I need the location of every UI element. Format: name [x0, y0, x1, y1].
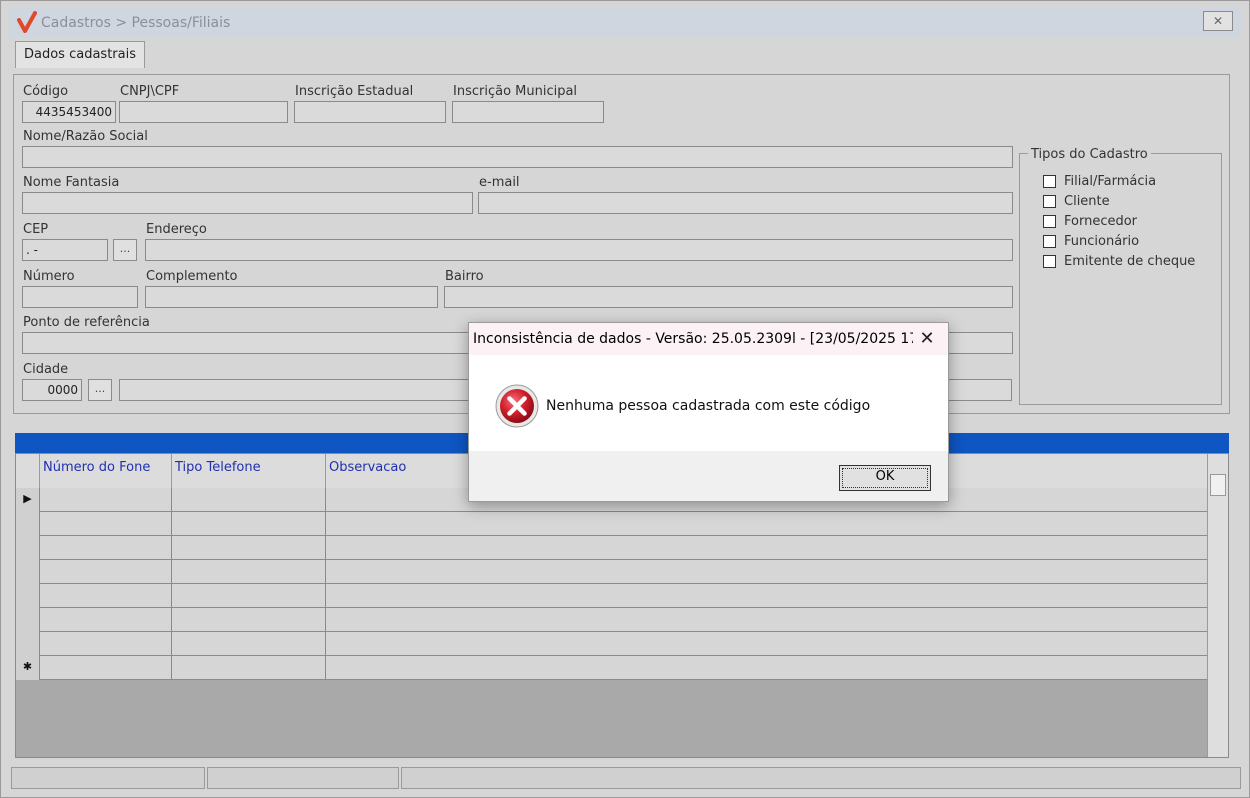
error-icon	[495, 384, 539, 428]
close-icon: ✕	[1212, 14, 1224, 28]
window-title: Cadastros > Pessoas/Filiais	[41, 15, 231, 31]
codigo-field[interactable]: 4435453400	[22, 101, 116, 123]
table-cell[interactable]	[40, 608, 172, 632]
table-row[interactable]	[16, 512, 1210, 536]
email-label: e-mail	[479, 175, 520, 190]
dialog-footer: OK	[469, 451, 948, 501]
table-cell[interactable]	[40, 632, 172, 656]
table-cell[interactable]	[172, 632, 326, 656]
checkbox-emitente[interactable]	[1043, 255, 1056, 268]
cep-browse-button[interactable]: ...	[113, 239, 137, 261]
row-indicator	[16, 608, 40, 632]
close-icon: ✕	[919, 328, 935, 349]
table-row[interactable]	[16, 632, 1210, 656]
status-bar	[11, 767, 1241, 789]
im-label: Inscrição Municipal	[453, 84, 578, 99]
row-indicator	[16, 584, 40, 608]
row-indicator	[16, 632, 40, 656]
error-dialog: Inconsistência de dados - Versão: 25.05.…	[468, 322, 949, 502]
grid-vertical-scrollbar[interactable]	[1207, 454, 1228, 757]
dialog-close-button[interactable]: ✕	[912, 327, 942, 351]
scrollbar-thumb[interactable]	[1210, 474, 1226, 496]
cidade-browse-button[interactable]: ...	[88, 379, 112, 401]
column-tipo-telefone[interactable]: Tipo Telefone	[172, 454, 326, 488]
checkbox-filial-label: Filial/Farmácia	[1064, 174, 1157, 189]
checkbox-emitente-label: Emitente de cheque	[1064, 254, 1196, 269]
im-field[interactable]	[452, 101, 604, 123]
bairro-field[interactable]	[444, 286, 1013, 308]
table-row-new[interactable]: ✱	[16, 656, 1210, 680]
table-cell[interactable]	[172, 536, 326, 560]
bairro-label: Bairro	[445, 269, 484, 284]
ie-label: Inscrição Estadual	[295, 84, 414, 99]
cnpj-field[interactable]	[119, 101, 288, 123]
endereco-label: Endereço	[146, 222, 207, 237]
cidade-code-field[interactable]: 0000	[22, 379, 82, 401]
table-cell[interactable]	[40, 584, 172, 608]
table-cell[interactable]	[172, 560, 326, 584]
dialog-message: Nenhuma pessoa cadastrada com este códig…	[546, 398, 871, 414]
ponto-label: Ponto de referência	[23, 315, 150, 330]
codigo-label: Código	[23, 84, 69, 99]
table-cell[interactable]	[40, 512, 172, 536]
checkbox-funcionario-label: Funcionário	[1064, 234, 1140, 249]
checkbox-cliente-label: Cliente	[1064, 194, 1110, 209]
complemento-field[interactable]	[145, 286, 438, 308]
nome-label: Nome/Razão Social	[23, 129, 148, 144]
fantasia-field[interactable]	[22, 192, 473, 214]
cep-field[interactable]: . -	[22, 239, 108, 261]
ie-field[interactable]	[294, 101, 446, 123]
table-cell[interactable]	[40, 560, 172, 584]
current-row-marker-icon: ▶	[16, 488, 40, 512]
fantasia-label: Nome Fantasia	[23, 175, 120, 190]
status-panel-3	[401, 767, 1241, 789]
dialog-title-bar: Inconsistência de dados - Versão: 25.05.…	[469, 323, 948, 355]
checkbox-funcionario[interactable]	[1043, 235, 1056, 248]
checkbox-cliente[interactable]	[1043, 195, 1056, 208]
cidade-label: Cidade	[23, 362, 69, 377]
tipos-groupbox	[1019, 153, 1222, 405]
numero-field[interactable]	[22, 286, 138, 308]
endereco-field[interactable]	[145, 239, 1013, 261]
table-cell[interactable]	[172, 608, 326, 632]
checkbox-filial[interactable]	[1043, 175, 1056, 188]
tipos-title: Tipos do Cadastro	[1028, 147, 1151, 162]
status-panel-2	[207, 767, 399, 789]
table-cell[interactable]	[40, 536, 172, 560]
table-cell[interactable]	[172, 488, 326, 512]
email-field[interactable]	[478, 192, 1013, 214]
table-cell[interactable]	[172, 656, 326, 680]
checkbox-fornecedor[interactable]	[1043, 215, 1056, 228]
table-cell[interactable]	[172, 512, 326, 536]
ok-button-focus-ring	[842, 468, 928, 488]
column-numero-fone[interactable]: Número do Fone	[40, 454, 172, 488]
complemento-label: Complemento	[146, 269, 238, 284]
table-row[interactable]	[16, 584, 1210, 608]
table-row[interactable]	[16, 536, 1210, 560]
row-indicator	[16, 512, 40, 536]
cep-label: CEP	[23, 222, 49, 237]
nome-field[interactable]	[22, 146, 1013, 168]
table-row[interactable]	[16, 560, 1210, 584]
row-indicator	[16, 560, 40, 584]
dialog-title: Inconsistência de dados - Versão: 25.05.…	[473, 331, 913, 347]
checkbox-fornecedor-label: Fornecedor	[1064, 214, 1138, 229]
table-cell[interactable]	[172, 584, 326, 608]
cnpj-label: CNPJ\CPF	[120, 84, 180, 99]
grid-header-indicator	[16, 454, 40, 488]
status-panel-1	[11, 767, 205, 789]
row-indicator	[16, 536, 40, 560]
title-bar: Cadastros > Pessoas/Filiais ✕	[9, 7, 1241, 37]
table-row[interactable]	[16, 608, 1210, 632]
table-cell[interactable]	[40, 656, 172, 680]
app-logo-icon	[17, 11, 37, 33]
window-close-button[interactable]: ✕	[1203, 11, 1233, 31]
tab-dados-cadastrais[interactable]: Dados cadastrais	[15, 41, 145, 68]
ok-button[interactable]: OK	[839, 465, 931, 491]
numero-label: Número	[23, 269, 75, 284]
table-cell[interactable]	[40, 488, 172, 512]
new-row-marker-icon: ✱	[16, 656, 40, 680]
